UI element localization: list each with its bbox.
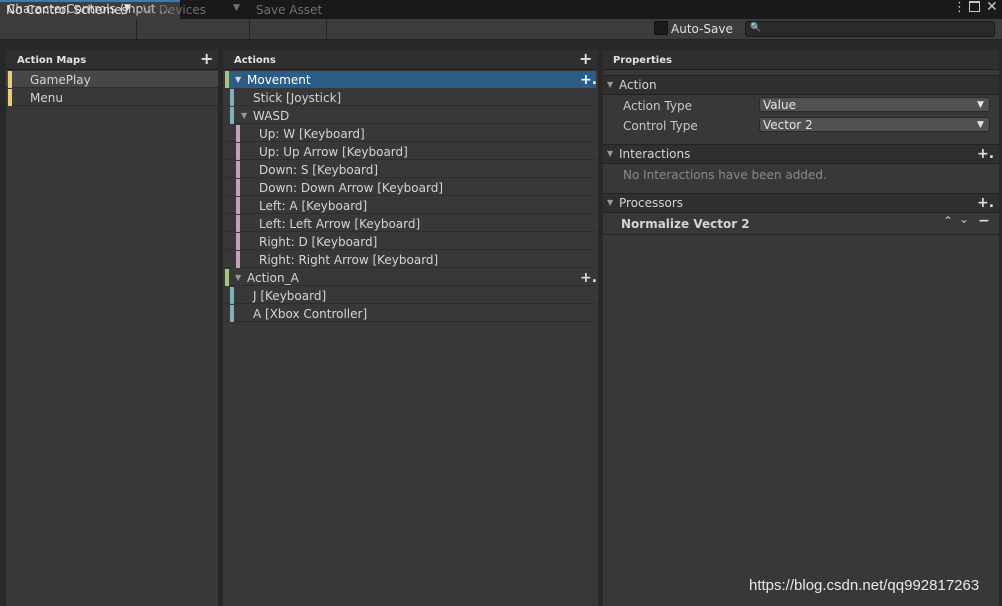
- chevron-down-icon[interactable]: ▼: [235, 273, 241, 282]
- part-color-bar: [236, 179, 240, 196]
- chevron-down-icon: ▼: [977, 100, 984, 110]
- composite-label: WASD: [253, 109, 290, 123]
- part-color-bar: [236, 197, 240, 214]
- chevron-down-icon[interactable]: ▼: [241, 111, 247, 120]
- action-section-header[interactable]: [603, 75, 999, 95]
- toolbar-divider: [136, 19, 137, 39]
- part-color-bar: [236, 251, 240, 268]
- close-icon[interactable]: ✕: [986, 0, 998, 15]
- part-binding-label: Left: Left Arrow [Keyboard]: [259, 217, 421, 231]
- part-color-bar: [236, 233, 240, 250]
- chevron-down-icon[interactable]: ▼: [607, 198, 613, 207]
- add-binding-button[interactable]: +.: [580, 73, 597, 87]
- interactions-empty-text: No Interactions have been added.: [623, 168, 827, 182]
- chevron-down-icon[interactable]: ▼: [233, 3, 240, 13]
- add-interaction-button[interactable]: +.: [977, 147, 994, 161]
- interactions-section-label: Interactions: [619, 147, 691, 161]
- part-binding-label: Left: A [Keyboard]: [259, 199, 368, 213]
- action-color-bar: [225, 269, 229, 286]
- part-color-bar: [236, 161, 240, 178]
- binding-color-bar: [230, 89, 234, 106]
- action-maps-title: Action Maps: [17, 55, 87, 66]
- watermark-url: https://blog.csdn.net/qq992817263: [749, 577, 980, 594]
- chevron-down-icon[interactable]: ▼: [124, 3, 131, 13]
- properties-panel: [603, 50, 999, 606]
- part-color-bar: [236, 215, 240, 232]
- action-maps-panel: [6, 50, 218, 606]
- action-section-label: Action: [619, 78, 657, 92]
- control-scheme-dropdown[interactable]: No Control Schemes: [6, 3, 128, 17]
- add-action-map-button[interactable]: +: [200, 51, 213, 67]
- search-input[interactable]: [745, 21, 995, 37]
- toolbar-divider: [249, 19, 250, 39]
- binding-color-bar: [230, 287, 234, 304]
- part-binding-label: Right: D [Keyboard]: [259, 235, 378, 249]
- processors-section-label: Processors: [619, 196, 684, 210]
- part-binding-label: Up: Up Arrow [Keyboard]: [259, 145, 408, 159]
- move-down-icon[interactable]: ⌄: [959, 212, 969, 226]
- action-map-label: Menu: [30, 91, 63, 105]
- part-binding-label: Down: S [Keyboard]: [259, 163, 379, 177]
- action-type-value: Value: [763, 98, 796, 112]
- action-label: Movement: [247, 73, 311, 87]
- part-binding-label: Right: Right Arrow [Keyboard]: [259, 253, 439, 267]
- action-label: Action_A: [247, 271, 299, 285]
- auto-save-label: Auto-Save: [671, 22, 733, 36]
- binding-label: A [Xbox Controller]: [253, 307, 368, 321]
- remove-processor-icon[interactable]: −: [978, 213, 990, 229]
- save-asset-button[interactable]: Save Asset: [256, 3, 322, 17]
- add-processor-button[interactable]: +.: [977, 196, 994, 210]
- part-color-bar: [236, 125, 240, 142]
- add-binding-button[interactable]: +.: [580, 271, 597, 285]
- chevron-down-icon: ▼: [977, 120, 984, 130]
- action-type-label: Action Type: [623, 99, 692, 113]
- action-map-color-bar: [8, 71, 12, 88]
- chevron-down-icon[interactable]: ▼: [607, 80, 613, 89]
- toolbar-divider: [326, 19, 327, 39]
- auto-save-checkbox[interactable]: [654, 21, 668, 35]
- chevron-down-icon[interactable]: ▼: [235, 75, 241, 84]
- binding-label: J [Keyboard]: [253, 289, 327, 303]
- part-binding-label: Up: W [Keyboard]: [259, 127, 365, 141]
- actions-header: [223, 50, 598, 70]
- maximize-icon[interactable]: [969, 1, 980, 12]
- add-action-button[interactable]: +: [579, 51, 592, 67]
- binding-color-bar: [230, 107, 234, 124]
- action-map-label: GamePlay: [30, 73, 91, 87]
- binding-color-bar: [230, 305, 234, 322]
- kebab-menu-icon[interactable]: ⋮: [953, 0, 966, 15]
- part-color-bar: [236, 143, 240, 160]
- binding-label: Stick [Joystick]: [253, 91, 342, 105]
- action-color-bar: [225, 71, 229, 88]
- actions-title: Actions: [234, 55, 276, 66]
- devices-dropdown[interactable]: All Devices: [140, 3, 206, 17]
- control-type-value: Vector 2: [763, 118, 813, 132]
- processor-name: Normalize Vector 2: [621, 217, 750, 231]
- control-type-label: Control Type: [623, 119, 698, 133]
- search-icon: 🔍: [750, 23, 762, 33]
- properties-title: Properties: [613, 55, 672, 66]
- part-binding-label: Down: Down Arrow [Keyboard]: [259, 181, 444, 195]
- action-map-color-bar: [8, 89, 12, 106]
- move-up-icon[interactable]: ⌃: [943, 214, 953, 228]
- chevron-down-icon[interactable]: ▼: [607, 149, 613, 158]
